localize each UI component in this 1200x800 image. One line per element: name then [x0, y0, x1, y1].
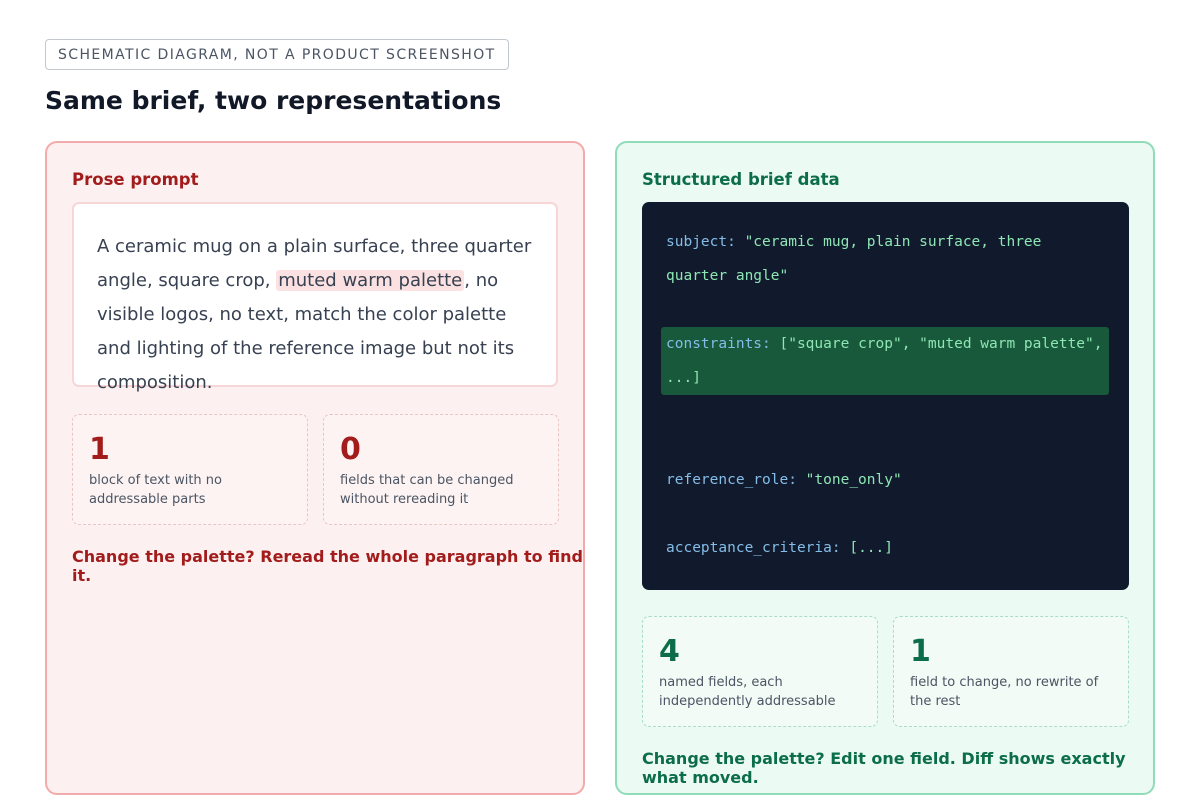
code-key: subject:	[666, 234, 736, 250]
prose-text-box: A ceramic mug on a plain surface, three …	[72, 202, 558, 393]
structured-stat-change: 1 field to change, no rewrite of the res…	[893, 616, 1129, 727]
code-key: reference_role:	[666, 472, 797, 488]
prose-panel-heading: Prose prompt	[72, 170, 199, 189]
stat-description: named fields, each independently address…	[659, 675, 836, 709]
page-title: Same brief, two representations	[45, 86, 502, 115]
prose-footer-note: Change the palette? Reread the whole par…	[72, 547, 583, 585]
stat-number: 1	[89, 432, 110, 467]
code-key: acceptance_criteria:	[666, 540, 841, 556]
stat-description: field to change, no rewrite of the rest	[910, 675, 1099, 709]
code-value: [...]	[840, 540, 893, 556]
code-line-constraints-highlighted: constraints: ["square crop", "muted warm…	[661, 327, 1109, 395]
stat-number: 0	[340, 432, 361, 467]
schematic-badge: SCHEMATIC DIAGRAM, NOT A PRODUCT SCREENS…	[45, 39, 509, 70]
prose-highlight-palette: muted warm palette	[276, 270, 465, 291]
code-line-subject: subject: "ceramic mug, plain surface, th…	[666, 225, 1086, 293]
code-key: constraints:	[666, 336, 771, 352]
stat-number: 1	[910, 634, 931, 669]
prose-paragraph: A ceramic mug on a plain surface, three …	[97, 230, 534, 400]
structured-footer-note: Change the palette? Edit one field. Diff…	[642, 749, 1126, 787]
stat-number: 4	[659, 634, 680, 669]
structured-panel-heading: Structured brief data	[642, 170, 840, 189]
code-value: "tone_only"	[796, 472, 902, 488]
code-block: subject: "ceramic mug, plain surface, th…	[642, 202, 1129, 590]
code-line-reference-role: reference_role: "tone_only"	[666, 463, 1086, 497]
prose-prompt-panel: Prose prompt A ceramic mug on a plain su…	[45, 141, 585, 795]
stat-description: fields that can be changed without rerea…	[340, 473, 514, 507]
prose-stat-fields: 0 fields that can be changed without rer…	[323, 414, 559, 525]
prose-stat-blocks: 1 block of text with no addressable part…	[72, 414, 308, 525]
code-line-acceptance-criteria: acceptance_criteria: [...]	[666, 531, 1086, 565]
structured-stat-fields: 4 named fields, each independently addre…	[642, 616, 878, 727]
structured-brief-panel: Structured brief data subject: "ceramic …	[615, 141, 1155, 795]
stat-description: block of text with no addressable parts	[89, 473, 222, 507]
